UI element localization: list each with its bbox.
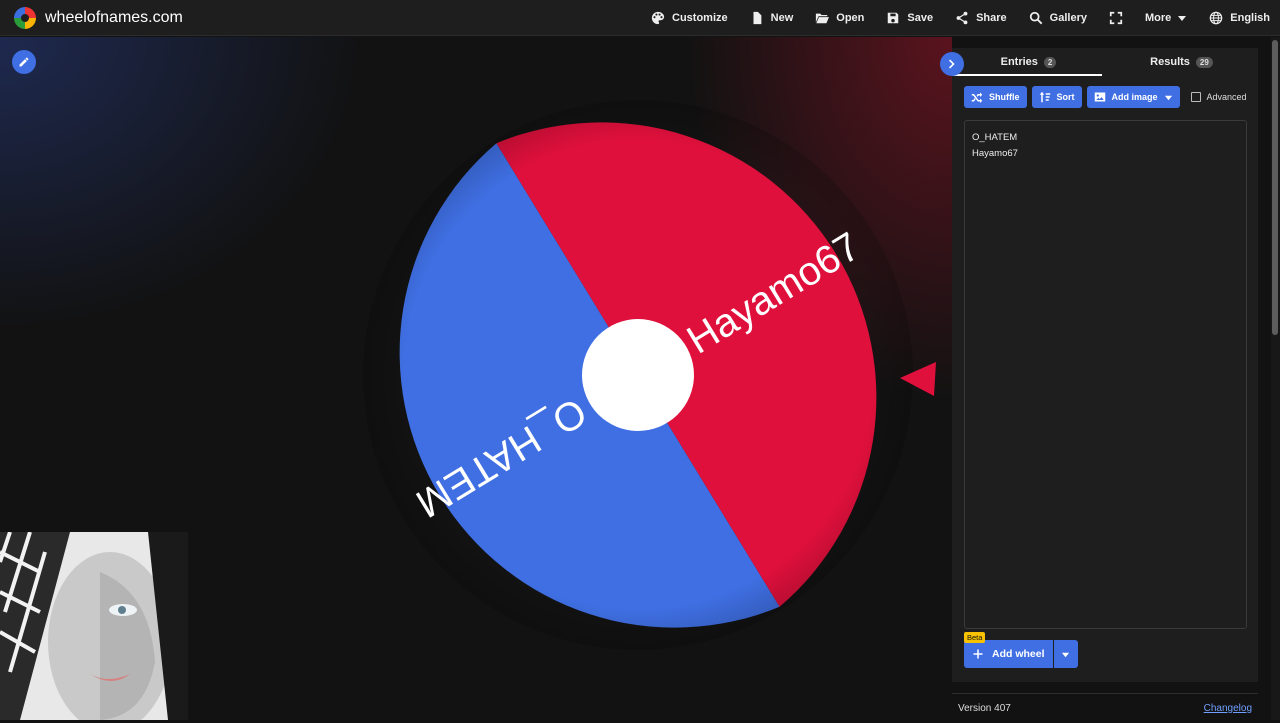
nav-gallery[interactable]: Gallery	[1029, 11, 1087, 25]
nav-open[interactable]: Open	[815, 11, 864, 25]
entries-card: Entries 2 Results 29 Shuffle Sort Add im…	[952, 48, 1258, 714]
nav-customize[interactable]: Customize	[651, 11, 728, 25]
nav-share[interactable]: Share	[955, 11, 1007, 25]
panel-tabs: Entries 2 Results 29	[952, 48, 1258, 76]
nav-open-label: Open	[836, 12, 865, 24]
wheel-logo-icon	[14, 6, 36, 29]
advanced-toggle[interactable]: Advanced	[1190, 92, 1247, 102]
palette-icon	[651, 11, 665, 25]
nav-share-label: Share	[976, 12, 1007, 24]
pointer-arrow-icon	[900, 362, 936, 396]
add-image-label: Add image	[1111, 92, 1158, 102]
add-wheel-button[interactable]: Add wheel	[964, 640, 1053, 668]
version-label: Version 407	[958, 703, 1011, 714]
nav-save-label: Save	[907, 12, 934, 24]
nav-more[interactable]: More	[1145, 12, 1187, 24]
wheel-pointer	[898, 360, 940, 405]
nav-language-label: English	[1230, 12, 1270, 24]
image-icon	[1094, 92, 1105, 102]
tab-entries[interactable]: Entries 2	[952, 48, 1105, 76]
shuffle-icon	[971, 92, 983, 103]
sort-button[interactable]: Sort	[1031, 86, 1082, 108]
entry-line: Hayamo67	[972, 148, 1018, 159]
share-icon	[956, 11, 968, 25]
advanced-checkbox[interactable]	[1190, 92, 1201, 102]
add-wheel-group: Beta Add wheel	[964, 632, 1078, 668]
add-wheel-label: Add wheel	[992, 648, 1045, 660]
panel-footer: Version 407 Changelog	[952, 693, 1258, 723]
entries-textarea[interactable]: O_HATEM Hayamo67	[964, 120, 1247, 629]
wheel[interactable]: Hayamo67 O_HATEM	[363, 100, 913, 650]
chevron-down-icon	[1178, 16, 1187, 21]
nav-fullscreen[interactable]	[1109, 11, 1123, 25]
wheel-center-hub[interactable]	[582, 319, 694, 431]
file-icon	[753, 11, 762, 25]
folder-open-icon	[816, 13, 830, 24]
nav-more-label: More	[1144, 12, 1172, 24]
nav-save[interactable]: Save	[886, 11, 933, 25]
plus-icon	[973, 649, 983, 659]
nav-language[interactable]: English	[1209, 11, 1270, 25]
edit-button[interactable]	[12, 50, 36, 74]
nav-gallery-label: Gallery	[1049, 12, 1087, 24]
search-icon	[1029, 11, 1043, 25]
entries-toolbar: Shuffle Sort Add image Advanced	[964, 86, 1247, 108]
fullscreen-icon	[1109, 11, 1123, 25]
top-bar: wheelofnames.com Customize New Open Save…	[0, 0, 1280, 36]
entries-panel: Entries 2 Results 29 Shuffle Sort Add im…	[940, 37, 1280, 720]
brand[interactable]: wheelofnames.com	[14, 6, 183, 29]
wheel-svg[interactable]: Hayamo67 O_HATEM	[363, 100, 913, 650]
nav-new-label: New	[770, 12, 794, 24]
advanced-label: Advanced	[1206, 92, 1247, 102]
sort-label: Sort	[1056, 92, 1075, 102]
page-scrollbar[interactable]	[1271, 37, 1280, 720]
add-image-button[interactable]: Add image	[1086, 86, 1180, 108]
brand-name: wheelofnames.com	[45, 8, 183, 26]
add-wheel-dropdown-button[interactable]	[1053, 640, 1078, 668]
entries-count-badge: 2	[1043, 56, 1057, 68]
chevron-down-icon	[1164, 95, 1172, 100]
tab-entries-label: Entries	[1000, 56, 1038, 68]
shuffle-button[interactable]: Shuffle	[964, 86, 1027, 108]
chevron-down-icon	[1061, 652, 1070, 657]
profile-photo	[0, 532, 188, 720]
entry-line: O_HATEM	[972, 132, 1018, 143]
shuffle-label: Shuffle	[989, 92, 1020, 102]
globe-icon	[1209, 11, 1223, 25]
main-nav: Customize New Open Save Share Gallery Mo…	[629, 0, 1270, 36]
floppy-icon	[888, 12, 899, 24]
sort-icon	[1039, 91, 1050, 103]
nav-customize-label: Customize	[672, 12, 728, 24]
chevron-right-icon	[949, 59, 955, 69]
tab-results-label: Results	[1150, 56, 1190, 68]
nav-new[interactable]: New	[750, 11, 794, 25]
collapse-panel-button[interactable]	[940, 52, 964, 76]
scrollbar-thumb[interactable]	[1272, 40, 1278, 335]
tab-results[interactable]: Results 29	[1105, 48, 1258, 76]
results-count-badge: 29	[1195, 56, 1213, 68]
changelog-link[interactable]: Changelog	[1204, 703, 1252, 714]
wheel-stage: Hayamo67 O_HATEM	[0, 37, 952, 720]
pencil-icon	[19, 57, 29, 67]
beta-badge: Beta	[964, 632, 986, 643]
